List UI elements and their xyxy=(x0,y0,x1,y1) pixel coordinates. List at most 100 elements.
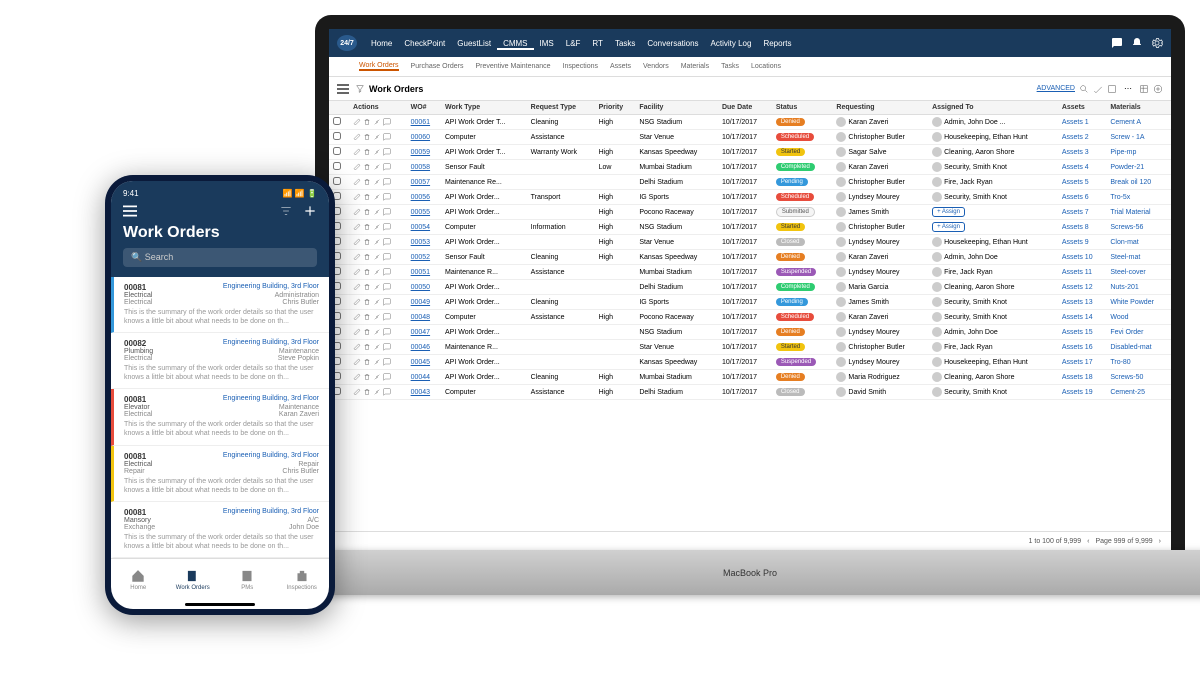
advanced-link[interactable]: ADVANCED xyxy=(1037,85,1075,92)
asset-link[interactable]: Assets 5 xyxy=(1062,179,1089,186)
nav-l&f[interactable]: L&F xyxy=(560,39,587,48)
table-row[interactable]: 00046Maintenance R...Star Venue10/17/201… xyxy=(329,340,1171,355)
asset-link[interactable]: Assets 2 xyxy=(1062,134,1089,141)
table-row[interactable]: 00054ComputerInformationHighNSG Stadium1… xyxy=(329,220,1171,235)
material-link[interactable]: Clon-mat xyxy=(1110,239,1138,246)
col-Request Type[interactable]: Request Type xyxy=(527,101,595,115)
wo-link[interactable]: 00045 xyxy=(411,359,430,366)
asset-link[interactable]: Assets 16 xyxy=(1062,344,1093,351)
assigned-to[interactable]: + Assign xyxy=(928,220,1058,235)
tab-inspections[interactable]: Inspections xyxy=(275,559,330,600)
more-button[interactable]: ⋯ xyxy=(1121,84,1135,93)
table-row[interactable]: 00050API Work Order...Delhi Stadium10/17… xyxy=(329,280,1171,295)
col-Materials[interactable]: Materials xyxy=(1106,101,1171,115)
col-Actions[interactable]: Actions xyxy=(349,101,407,115)
wo-link[interactable]: 00061 xyxy=(411,119,430,126)
material-link[interactable]: White Powder xyxy=(1110,299,1154,306)
wo-link[interactable]: 00060 xyxy=(411,134,430,141)
subnav-locations[interactable]: Locations xyxy=(751,63,781,70)
material-link[interactable]: Pipe-mp xyxy=(1110,149,1136,156)
phone-add-icon[interactable] xyxy=(303,204,317,218)
material-link[interactable]: Cement A xyxy=(1110,119,1141,126)
nav-home[interactable]: Home xyxy=(365,39,398,48)
table-row[interactable]: 00045API Work Order...Kansas Speedway10/… xyxy=(329,355,1171,370)
row-checkbox[interactable] xyxy=(333,147,341,155)
table-row[interactable]: 00058Sensor FaultLowMumbai Stadium10/17/… xyxy=(329,160,1171,175)
col-Requesting[interactable]: Requesting xyxy=(832,101,928,115)
list-item[interactable]: 00081Engineering Building, 3rd FloorElec… xyxy=(111,277,329,333)
row-checkbox[interactable] xyxy=(333,177,341,185)
phone-filter-icon[interactable] xyxy=(279,204,293,218)
material-link[interactable]: Tro-5x xyxy=(1110,194,1130,201)
subnav-preventive-maintenance[interactable]: Preventive Maintenance xyxy=(475,63,550,70)
asset-link[interactable]: Assets 6 xyxy=(1062,194,1089,201)
table-row[interactable]: 00044API Work Order...CleaningHighMumbai… xyxy=(329,370,1171,385)
export-icon[interactable] xyxy=(1107,84,1117,94)
row-checkbox[interactable] xyxy=(333,132,341,140)
subnav-materials[interactable]: Materials xyxy=(681,63,709,70)
asset-link[interactable]: Assets 4 xyxy=(1062,164,1089,171)
nav-guestlist[interactable]: GuestList xyxy=(451,39,497,48)
asset-link[interactable]: Assets 15 xyxy=(1062,329,1093,336)
col-Status[interactable]: Status xyxy=(772,101,833,115)
list-item[interactable]: 00081Engineering Building, 3rd FloorElec… xyxy=(111,446,329,502)
material-link[interactable]: Wood xyxy=(1110,314,1128,321)
table-row[interactable]: 00048ComputerAssistanceHighPocono Racewa… xyxy=(329,310,1171,325)
asset-link[interactable]: Assets 1 xyxy=(1062,119,1089,126)
nav-reports[interactable]: Reports xyxy=(757,39,797,48)
row-checkbox[interactable] xyxy=(333,162,341,170)
add-icon[interactable] xyxy=(1153,84,1163,94)
chat-icon[interactable] xyxy=(1111,37,1123,49)
subnav-vendors[interactable]: Vendors xyxy=(643,63,669,70)
subnav-work-orders[interactable]: Work Orders xyxy=(359,62,399,71)
subnav-tasks[interactable]: Tasks xyxy=(721,63,739,70)
asset-link[interactable]: Assets 13 xyxy=(1062,299,1093,306)
phone-menu-icon[interactable] xyxy=(123,205,137,217)
wo-link[interactable]: 00055 xyxy=(411,209,430,216)
col-WO#[interactable]: WO# xyxy=(407,101,441,115)
material-link[interactable]: Tro-80 xyxy=(1110,359,1130,366)
subnav-purchase-orders[interactable]: Purchase Orders xyxy=(411,63,464,70)
material-link[interactable]: Trial Material xyxy=(1110,209,1150,216)
table-row[interactable]: 00057Maintenance Re...Delhi Stadium10/17… xyxy=(329,175,1171,190)
nav-checkpoint[interactable]: CheckPoint xyxy=(398,39,451,48)
col-Work Type[interactable]: Work Type xyxy=(441,101,527,115)
nav-tasks[interactable]: Tasks xyxy=(609,39,641,48)
tab-work-orders[interactable]: Work Orders xyxy=(166,559,221,600)
list-item[interactable]: 00082Engineering Building, 3rd FloorPlum… xyxy=(111,333,329,389)
table-row[interactable]: 00043ComputerAssistanceHighDelhi Stadium… xyxy=(329,385,1171,400)
asset-link[interactable]: Assets 10 xyxy=(1062,254,1093,261)
asset-link[interactable]: Assets 18 xyxy=(1062,374,1093,381)
list-item[interactable]: 00081Engineering Building, 3rd FloorMans… xyxy=(111,502,329,558)
bell-icon[interactable] xyxy=(1131,37,1143,49)
row-checkbox[interactable] xyxy=(333,117,341,125)
table-row[interactable]: 00056API Work Order...TransportHighIG Sp… xyxy=(329,190,1171,205)
material-link[interactable]: Screw - 1A xyxy=(1110,134,1144,141)
menu-icon[interactable] xyxy=(337,84,349,94)
asset-link[interactable]: Assets 9 xyxy=(1062,239,1089,246)
edit-layout-icon[interactable] xyxy=(1093,84,1103,94)
asset-link[interactable]: Assets 3 xyxy=(1062,149,1089,156)
asset-link[interactable]: Assets 14 xyxy=(1062,314,1093,321)
phone-search[interactable]: 🔍 Search xyxy=(123,248,317,267)
material-link[interactable]: Cement-25 xyxy=(1110,389,1145,396)
wo-link[interactable]: 00057 xyxy=(411,179,430,186)
asset-link[interactable]: Assets 17 xyxy=(1062,359,1093,366)
wo-link[interactable]: 00046 xyxy=(411,344,430,351)
material-link[interactable]: Powder-21 xyxy=(1110,164,1144,171)
material-link[interactable]: Screws-50 xyxy=(1110,374,1143,381)
asset-link[interactable]: Assets 19 xyxy=(1062,389,1093,396)
wo-link[interactable]: 00044 xyxy=(411,374,430,381)
asset-link[interactable]: Assets 11 xyxy=(1062,269,1092,276)
col-select[interactable] xyxy=(329,101,349,115)
phone-list[interactable]: 00081Engineering Building, 3rd FloorElec… xyxy=(111,277,329,558)
wo-link[interactable]: 00047 xyxy=(411,329,430,336)
gear-icon[interactable] xyxy=(1151,37,1163,49)
table-row[interactable]: 00055API Work Order...HighPocono Raceway… xyxy=(329,205,1171,220)
wo-link[interactable]: 00058 xyxy=(411,164,430,171)
table-wrap[interactable]: ActionsWO#Work TypeRequest TypePriorityF… xyxy=(329,101,1171,531)
nav-rt[interactable]: RT xyxy=(586,39,609,48)
wo-link[interactable]: 00048 xyxy=(411,314,430,321)
material-link[interactable]: Screws-56 xyxy=(1110,224,1143,231)
subnav-inspections[interactable]: Inspections xyxy=(563,63,598,70)
